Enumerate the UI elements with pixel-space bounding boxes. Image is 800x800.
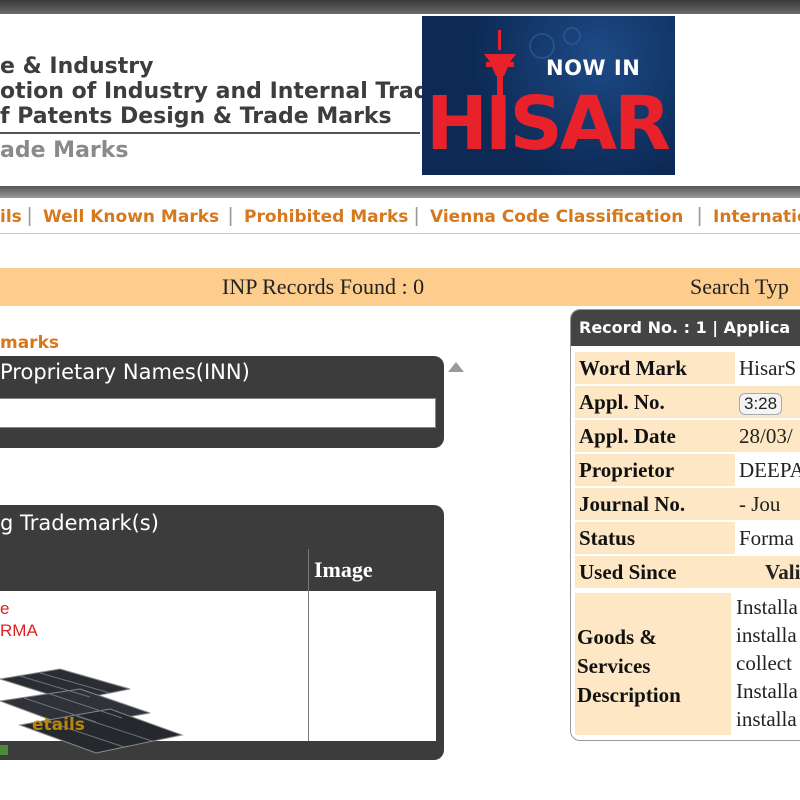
department-name: otion of Industry and Internal Trade [0, 79, 445, 104]
image-column-header: Image [314, 557, 373, 582]
record-row-used-since: Used Since Vali [575, 556, 800, 588]
record-value: 3:28 [735, 386, 800, 418]
goods-services-value: Installa installa collect Installa insta… [731, 593, 800, 735]
record-label: Word Mark [575, 352, 735, 384]
view-details-link[interactable]: etails [32, 715, 85, 735]
banner-hisar: HISAR [426, 81, 671, 167]
record-row-appl-date: Appl. Date 28/03/ [575, 420, 800, 452]
search-type: Search Typ [690, 274, 789, 299]
record-label: Appl. Date [575, 420, 735, 452]
goods-line: installa [736, 707, 797, 731]
hisar-banner: NOW IN HISAR [422, 16, 675, 175]
record-row-word-mark: Word Mark HisarS [575, 352, 800, 384]
nav-item-vienna-code[interactable]: Vienna Code Classification [430, 207, 683, 227]
goods-line: installa [736, 623, 797, 647]
inn-panel-title: Proprietary Names(INN) [0, 360, 250, 384]
record-label: Proprietor [575, 454, 735, 486]
record-label: Journal No. [575, 488, 735, 520]
time-chip: 3:28 [739, 392, 783, 415]
record-label: Used Since [575, 556, 735, 588]
goods-services-label: Goods & Services Description [577, 625, 681, 707]
nav-separator: | [228, 205, 234, 227]
scroll-up-icon[interactable] [448, 362, 464, 372]
nav-separator: | [697, 205, 703, 227]
column-divider [308, 549, 309, 741]
office-name: f Patents Design & Trade Marks [0, 104, 392, 129]
trademark-table-row: e RMA etails [0, 591, 436, 755]
record-label: Status [575, 522, 735, 554]
top-strip [0, 0, 800, 14]
trademark-name-line1[interactable]: e [0, 599, 9, 619]
inn-panel: Proprietary Names(INN) [0, 356, 444, 448]
nav-separator: | [414, 205, 420, 227]
trademark-panel-title: g Trademark(s) [0, 511, 159, 535]
ministry-name: e & Industry [0, 54, 154, 79]
site-header: e & Industry otion of Industry and Inter… [0, 14, 800, 186]
record-value: HisarS [739, 355, 797, 380]
solar-panel-image [0, 668, 184, 755]
record-value: DEEPA [739, 457, 800, 482]
record-header: Record No. : 1 | Applica [571, 310, 800, 346]
record-value: Forma [739, 525, 794, 550]
record-details-table: Word Mark HisarS Appl. No. 3:28 Appl. Da… [575, 350, 800, 590]
header-rule [0, 132, 420, 134]
record-label: Appl. No. [575, 386, 735, 418]
nav-item-details[interactable]: ils [0, 207, 22, 227]
record-card: Record No. : 1 | Applica Word Mark Hisar… [570, 309, 800, 741]
nav-item-well-known-marks[interactable]: Well Known Marks [43, 207, 219, 227]
record-row-journal-no: Journal No. - Jou [575, 488, 800, 520]
record-value: Vali [735, 556, 800, 588]
record-row-appl-no: Appl. No. 3:28 [575, 386, 800, 418]
nav-bar: ils | Well Known Marks | Prohibited Mark… [0, 200, 800, 234]
goods-services-label-cell: Goods & Services Description [575, 593, 731, 735]
trademarks-link[interactable]: marks [0, 333, 59, 353]
goods-line: collect [736, 651, 792, 675]
trademark-panel: g Trademark(s) Image e RMA etails [0, 505, 444, 760]
gray-strip [0, 186, 800, 198]
trademark-table-header: Image [0, 549, 436, 591]
record-row-status: Status Forma [575, 522, 800, 554]
nav-item-international[interactable]: Internatio [713, 207, 800, 227]
nav-item-prohibited-marks[interactable]: Prohibited Marks [244, 207, 408, 227]
registry-name: ade Marks [0, 138, 129, 163]
record-value: 28/03/ [735, 420, 800, 452]
nav-separator: | [27, 205, 33, 227]
inn-result-box [0, 398, 436, 428]
records-found: INP Records Found : 0 [222, 274, 425, 299]
record-value: - Jou [735, 488, 800, 520]
banner-now-in: NOW IN [546, 56, 641, 80]
record-header-text: Record No. : 1 | Applica [579, 318, 791, 337]
record-row-proprietor: Proprietor DEEPA [575, 454, 800, 486]
goods-line: Installa [736, 679, 798, 703]
goods-line: Installa [736, 595, 798, 619]
results-bar: INP Records Found : 0 Search Typ [0, 268, 800, 306]
